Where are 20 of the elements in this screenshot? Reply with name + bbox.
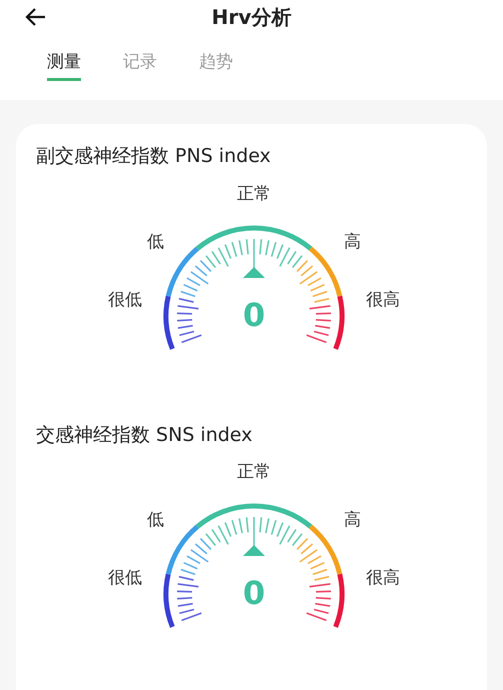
pointer-icon [242,266,264,278]
band-label: 很低 [108,290,142,310]
gauge-title: 交感神经指数 SNS index [36,422,254,448]
band-label: 很高 [366,568,400,588]
gauge-value: 0 [242,574,265,612]
band-label: 很高 [366,290,400,310]
band-label: 低 [146,232,164,252]
band-label: 正常 [236,462,270,482]
page-title: Hrv分析 [212,5,292,29]
band-label: 高 [344,232,360,252]
pointer-icon [242,545,264,556]
tab[interactable]: 测量 [47,38,81,82]
tab[interactable]: 趋势 [199,38,233,82]
band-label: 很低 [108,568,142,588]
band-label: 正常 [236,184,270,204]
gauge-value: 0 [242,296,265,334]
band-label: 高 [344,510,360,530]
band-label: 低 [146,510,164,530]
tab[interactable]: 记录 [123,38,157,82]
gauge-title: 副交感神经指数 PNS index [36,144,272,169]
